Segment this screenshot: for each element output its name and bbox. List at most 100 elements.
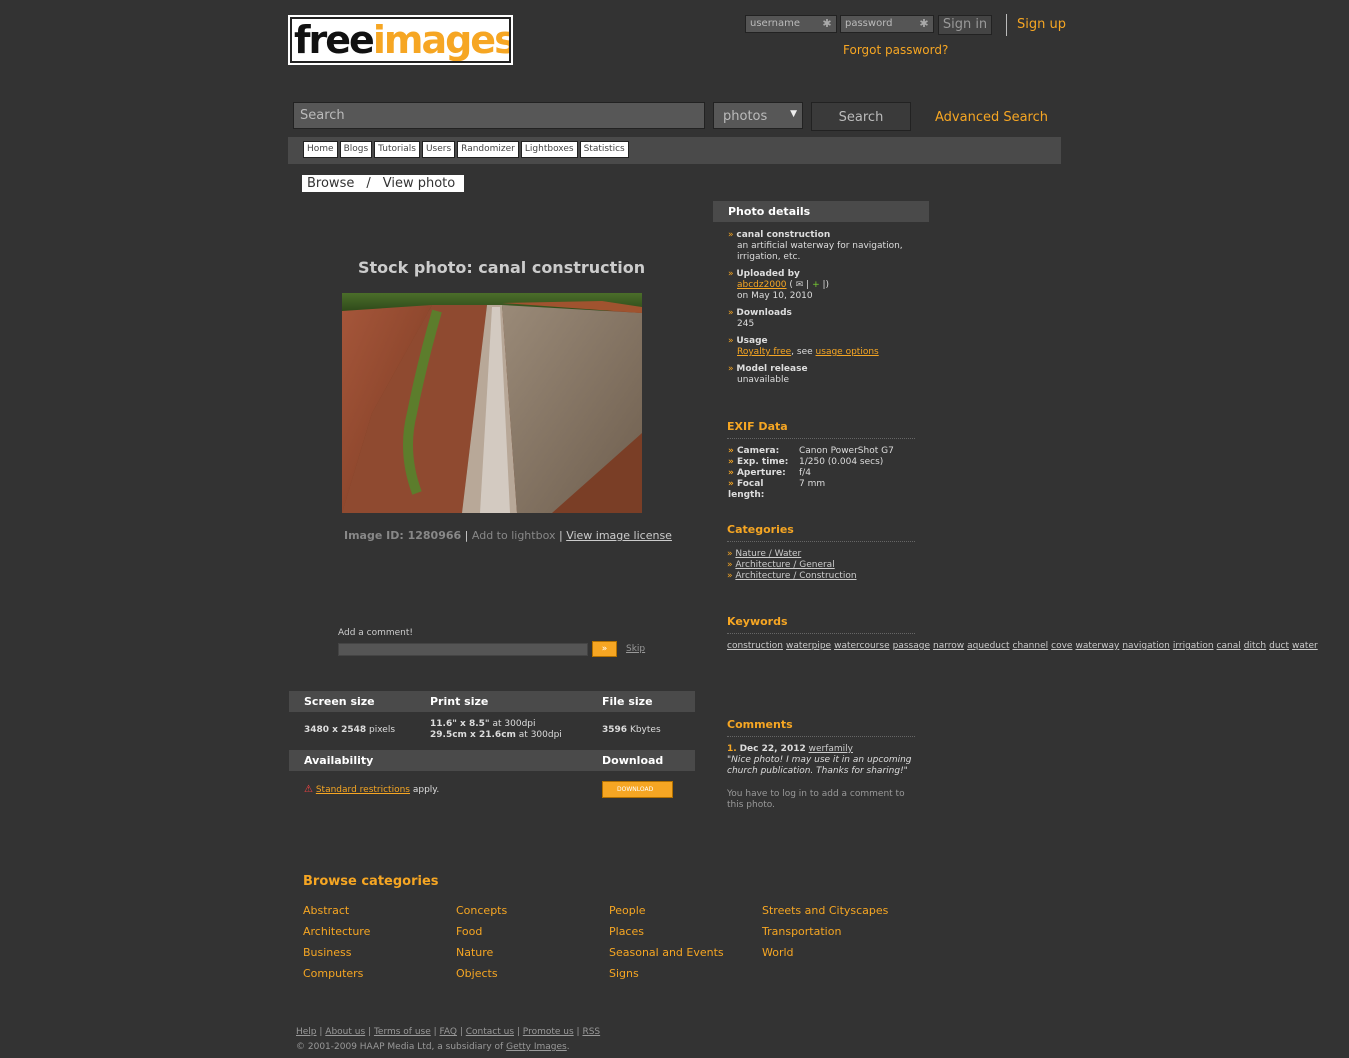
category-list: » Nature / Water » Architecture / Genera…: [727, 549, 857, 582]
exif-row: » Exp. time: 1/250 (0.004 secs): [728, 457, 884, 467]
exif-row: » Focal length: 7 mm: [728, 479, 826, 500]
username-placeholder: username: [750, 18, 800, 29]
send-comment-button[interactable]: »: [592, 641, 617, 657]
sign-in-button[interactable]: Sign in: [938, 15, 992, 35]
getty-link[interactable]: Getty Images: [506, 1042, 567, 1052]
comment-input[interactable]: [338, 643, 588, 656]
browse-link[interactable]: Objects: [456, 963, 507, 984]
comment-user-link[interactable]: werfamily: [809, 744, 853, 754]
usage-options-link[interactable]: usage options: [816, 347, 879, 357]
browse-link[interactable]: Nature: [456, 942, 507, 963]
browse-link[interactable]: Seasonal and Events: [609, 942, 724, 963]
keyword-link[interactable]: water: [1292, 641, 1318, 651]
browse-link[interactable]: People: [609, 900, 724, 921]
divider: [1006, 14, 1007, 36]
username-field[interactable]: username ✱: [745, 15, 837, 33]
screen-unit: pixels: [369, 725, 396, 735]
keyword-link[interactable]: watercourse: [834, 641, 890, 651]
exif-key: Camera:: [736, 446, 780, 456]
footer-link[interactable]: About us: [325, 1027, 365, 1037]
browse-link[interactable]: Food: [456, 921, 507, 942]
search-scope-select[interactable]: photos ▼: [713, 102, 803, 129]
footer-link[interactable]: Contact us: [466, 1027, 514, 1037]
downloads-label: Downloads: [736, 308, 792, 318]
exif-value: Canon PowerShot G7: [799, 446, 894, 456]
divider: [727, 736, 915, 737]
breadcrumb: Browse / View photo: [302, 175, 464, 192]
add-friend-icon[interactable]: +: [812, 280, 820, 290]
nav-users[interactable]: Users: [421, 141, 456, 158]
restrictions-link[interactable]: Standard restrictions: [316, 785, 410, 795]
browse-link[interactable]: World: [762, 942, 888, 963]
search-input[interactable]: Search: [293, 102, 705, 129]
nav-home[interactable]: Home: [303, 141, 338, 158]
royalty-free-link[interactable]: Royalty free: [737, 347, 791, 357]
nav-blogs[interactable]: Blogs: [339, 141, 373, 158]
comment: 1. Dec 22, 2012 werfamily "Nice photo! I…: [727, 744, 919, 811]
sign-up-link[interactable]: Sign up: [1017, 17, 1066, 32]
category-item: » Architecture / General: [727, 560, 835, 570]
photo-title: Stock photo: canal construction: [358, 258, 646, 277]
advanced-search-link[interactable]: Advanced Search: [935, 110, 1048, 125]
keyword-link[interactable]: passage: [893, 641, 930, 651]
keyword-link[interactable]: duct: [1269, 641, 1289, 651]
file-size-value: 3596 Kbytes: [602, 725, 661, 735]
categories-header: Categories: [727, 523, 794, 536]
stock-photo[interactable]: [342, 293, 642, 513]
footer-link[interactable]: RSS: [582, 1027, 600, 1037]
nav-lightboxes[interactable]: Lightboxes: [520, 141, 578, 158]
skip-link[interactable]: Skip: [626, 644, 645, 654]
keyword-link[interactable]: waterway: [1075, 641, 1119, 651]
message-icon[interactable]: ✉: [796, 280, 804, 290]
nav-tutorials[interactable]: Tutorials: [374, 141, 420, 158]
exif-value: f/4: [799, 468, 811, 478]
browse-link[interactable]: Places: [609, 921, 724, 942]
footer-link[interactable]: Terms of use: [374, 1027, 431, 1037]
print-size-header: Print size: [430, 695, 489, 708]
keyword-link[interactable]: construction: [727, 641, 783, 651]
keyword-link[interactable]: waterpipe: [786, 641, 831, 651]
browse-link[interactable]: Signs: [609, 963, 724, 984]
download-button[interactable]: DOWNLOAD: [602, 781, 673, 798]
search-scope-value: photos: [723, 109, 768, 124]
browse-link[interactable]: Computers: [303, 963, 370, 984]
keyword-link[interactable]: cove: [1051, 641, 1072, 651]
nav-randomizer[interactable]: Randomizer: [457, 141, 519, 158]
copyright: © 2001-2009 HAAP Media Ltd, a subsidiary…: [296, 1040, 600, 1055]
key-icon: ✱: [822, 17, 832, 30]
footer-link[interactable]: Promote us: [523, 1027, 574, 1037]
forgot-password-link[interactable]: Forgot password?: [843, 43, 948, 57]
add-to-lightbox-link[interactable]: Add to lightbox: [472, 529, 556, 542]
footer-links: Help | About us | Terms of use | FAQ | C…: [296, 1027, 601, 1037]
breadcrumb-separator: /: [366, 176, 371, 191]
password-field[interactable]: password ✱: [840, 15, 934, 33]
view-license-link[interactable]: View image license: [566, 529, 672, 542]
browse-link[interactable]: Streets and Cityscapes: [762, 900, 888, 921]
search-button[interactable]: Search: [811, 102, 911, 131]
keyword-link[interactable]: ditch: [1244, 641, 1266, 651]
keyword-link[interactable]: irrigation: [1173, 641, 1214, 651]
category-link[interactable]: Nature / Water: [735, 549, 801, 559]
footer: Help | About us | Terms of use | FAQ | C…: [296, 1025, 600, 1055]
category-link[interactable]: Architecture / Construction: [735, 571, 856, 581]
browse-link[interactable]: Abstract: [303, 900, 370, 921]
site-logo[interactable]: free images: [288, 15, 513, 65]
keyword-link[interactable]: channel: [1013, 641, 1049, 651]
uploader-link[interactable]: abcdz2000: [737, 280, 787, 290]
photo-details-header: Photo details: [713, 201, 929, 222]
browse-link[interactable]: Transportation: [762, 921, 888, 942]
browse-link[interactable]: Architecture: [303, 921, 370, 942]
footer-link[interactable]: FAQ: [440, 1027, 457, 1037]
print-dpi: at 300dpi: [492, 719, 536, 729]
browse-link[interactable]: Concepts: [456, 900, 507, 921]
breadcrumb-browse[interactable]: Browse: [307, 175, 354, 192]
keyword-link[interactable]: aqueduct: [967, 641, 1009, 651]
footer-link[interactable]: Help: [296, 1027, 317, 1037]
category-link[interactable]: Architecture / General: [735, 560, 834, 570]
keyword-link[interactable]: narrow: [933, 641, 964, 651]
keyword-link[interactable]: navigation: [1122, 641, 1170, 651]
keyword-link[interactable]: canal: [1217, 641, 1241, 651]
logo-free: free: [294, 18, 375, 62]
nav-statistics[interactable]: Statistics: [579, 141, 629, 158]
browse-link[interactable]: Business: [303, 942, 370, 963]
